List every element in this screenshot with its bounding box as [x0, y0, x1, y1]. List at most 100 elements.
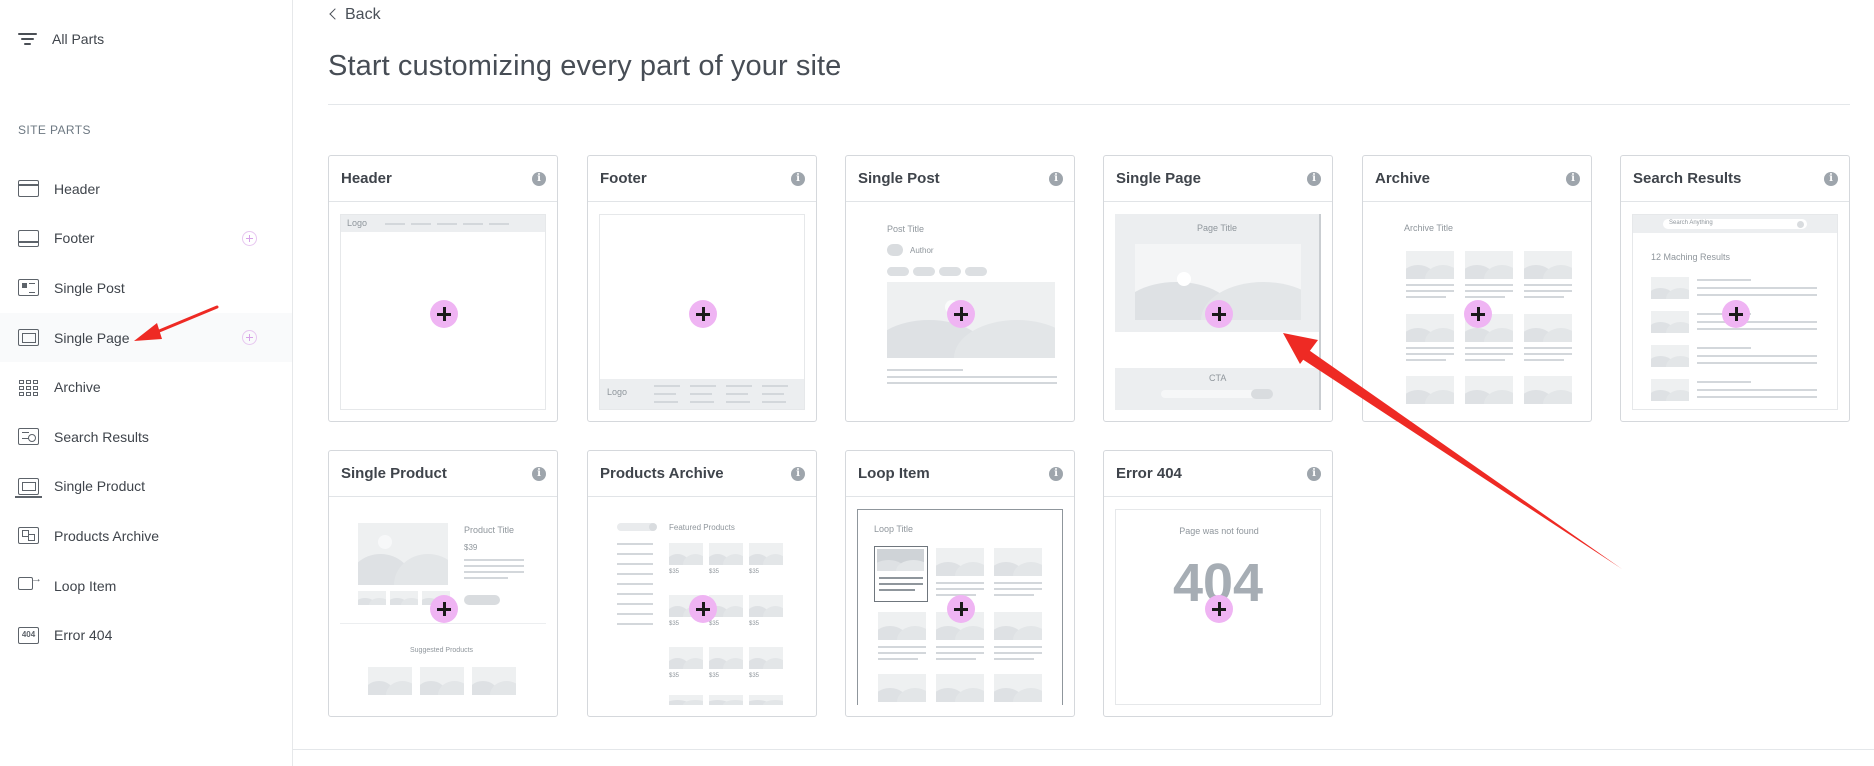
card-title: Loop Item — [858, 465, 930, 482]
sidebar-item-label: Archive — [54, 379, 101, 396]
card-footer[interactable]: Footer i Logo — [587, 155, 817, 422]
card-title: Error 404 — [1116, 465, 1182, 482]
page-title: Start customizing every part of your sit… — [328, 50, 842, 82]
preview-results-count: 12 Maching Results — [1651, 252, 1731, 262]
preview-loop-title: Loop Title — [874, 524, 914, 534]
single-post-icon — [18, 279, 39, 297]
card-header-bar: Single Page i — [1104, 156, 1332, 202]
info-icon[interactable]: i — [532, 467, 546, 481]
footer-icon — [18, 229, 39, 247]
sidebar-item-label: Loop Item — [54, 577, 117, 594]
sidebar-item-label: Single Post — [54, 279, 125, 296]
site-parts-nav: Header Footer Single Post Single Page Ar… — [0, 164, 292, 660]
add-template-button[interactable] — [1205, 300, 1233, 328]
sidebar-item-products-archive[interactable]: Products Archive — [0, 511, 292, 561]
sidebar-item-label: Single Page — [54, 329, 130, 346]
card-archive[interactable]: Archive i Archive Title — [1362, 155, 1592, 422]
card-header[interactable]: Header i Logo — [328, 155, 558, 422]
card-loop-item[interactable]: Loop Item i Loop Title — [845, 450, 1075, 717]
card-single-product[interactable]: Single Product i Product Title $39 Sugge… — [328, 450, 558, 717]
card-single-post[interactable]: Single Post i Post Title Author — [845, 155, 1075, 422]
card-header-bar: Loop Item i — [846, 451, 1074, 497]
add-footer-icon[interactable] — [242, 230, 257, 246]
card-header-bar: Archive i — [1363, 156, 1591, 202]
loop-item-icon — [18, 573, 42, 594]
card-single-page[interactable]: Single Page i Page Title CTA — [1103, 155, 1333, 422]
back-label: Back — [345, 6, 381, 23]
card-title: Single Product — [341, 465, 447, 482]
add-template-button[interactable] — [1464, 300, 1492, 328]
card-search-results[interactable]: Search Results i Search Anything 12 Mach… — [1620, 155, 1850, 422]
info-icon[interactable]: i — [1824, 172, 1838, 186]
preview-price: $35 — [709, 621, 720, 627]
info-icon[interactable]: i — [1049, 467, 1063, 481]
sidebar-item-single-post[interactable]: Single Post — [0, 263, 292, 313]
info-icon[interactable]: i — [791, 467, 805, 481]
info-icon[interactable]: i — [1049, 172, 1063, 186]
sidebar: All Parts SITE PARTS Header Footer Singl… — [0, 0, 293, 766]
sidebar-item-loop-item[interactable]: Loop Item — [0, 561, 292, 611]
error-404-icon: 404 — [18, 626, 39, 644]
add-template-button[interactable] — [947, 595, 975, 623]
info-icon[interactable]: i — [532, 172, 546, 186]
divider — [328, 104, 1850, 105]
sidebar-item-single-page[interactable]: Single Page — [0, 312, 292, 363]
preview-price: $35 — [749, 673, 760, 679]
card-header-bar: Footer i — [588, 156, 816, 202]
card-header-bar: Header i — [329, 156, 557, 202]
sidebar-item-archive[interactable]: Archive — [0, 362, 292, 412]
preview-price: $35 — [709, 569, 720, 575]
add-template-button[interactable] — [430, 300, 458, 328]
sidebar-item-label: Error 404 — [54, 627, 113, 644]
add-template-button[interactable] — [689, 595, 717, 623]
add-template-button[interactable] — [1722, 300, 1750, 328]
single-product-icon — [15, 477, 42, 498]
add-template-button[interactable] — [689, 300, 717, 328]
preview-price: $35 — [709, 673, 720, 679]
add-template-button[interactable] — [947, 300, 975, 328]
add-template-button[interactable] — [430, 595, 458, 623]
sidebar-item-footer[interactable]: Footer — [0, 214, 292, 264]
card-error-404[interactable]: Error 404 i Page was not found 404 — [1103, 450, 1333, 717]
preview-price: $35 — [749, 621, 760, 627]
all-parts-label: All Parts — [52, 31, 105, 47]
preview-search-placeholder: Search Anything — [1669, 220, 1713, 226]
add-single-page-icon[interactable] — [242, 329, 257, 345]
sidebar-item-label: Single Product — [54, 478, 146, 495]
preview-archive-title: Archive Title — [1404, 223, 1454, 233]
sidebar-item-search-results[interactable]: Search Results — [0, 412, 292, 462]
info-icon[interactable]: i — [791, 172, 805, 186]
search-results-icon — [18, 428, 39, 446]
card-products-archive[interactable]: Products Archive i Featured Products $35… — [587, 450, 817, 717]
info-icon[interactable]: i — [1566, 172, 1580, 186]
info-icon[interactable]: i — [1307, 172, 1321, 186]
back-link[interactable]: Back — [329, 6, 381, 24]
preview-page-title: Page Title — [1197, 223, 1238, 233]
preview-product-price: $39 — [464, 543, 478, 552]
preview-product-title: Product Title — [464, 525, 515, 535]
card-title: Archive — [1375, 170, 1431, 187]
preview-post-title: Post Title — [887, 224, 925, 234]
card-title: Single Post — [858, 170, 940, 187]
preview-cta: CTA — [1209, 373, 1227, 383]
header-icon — [18, 180, 39, 198]
card-header-bar: Search Results i — [1621, 156, 1849, 202]
sidebar-item-header[interactable]: Header — [0, 164, 292, 214]
card-header-bar: Error 404 i — [1104, 451, 1332, 497]
sidebar-item-error-404[interactable]: 404 Error 404 — [0, 610, 292, 660]
site-parts-heading: SITE PARTS — [18, 123, 91, 137]
preview-price: $35 — [749, 569, 760, 575]
sidebar-item-label: Header — [54, 180, 100, 197]
preview-author: Author — [910, 246, 934, 255]
add-template-button[interactable] — [1205, 595, 1233, 623]
divider — [293, 749, 1874, 750]
info-icon[interactable]: i — [1307, 467, 1321, 481]
sidebar-item-label: Products Archive — [54, 527, 160, 544]
sidebar-item-label: Search Results — [54, 428, 149, 445]
preview-featured-products: Featured Products — [669, 523, 735, 532]
card-title: Products Archive — [600, 465, 724, 482]
archive-icon — [18, 379, 39, 396]
card-header-bar: Single Product i — [329, 451, 557, 497]
all-parts-button[interactable]: All Parts — [18, 28, 104, 50]
sidebar-item-single-product[interactable]: Single Product — [0, 462, 292, 512]
